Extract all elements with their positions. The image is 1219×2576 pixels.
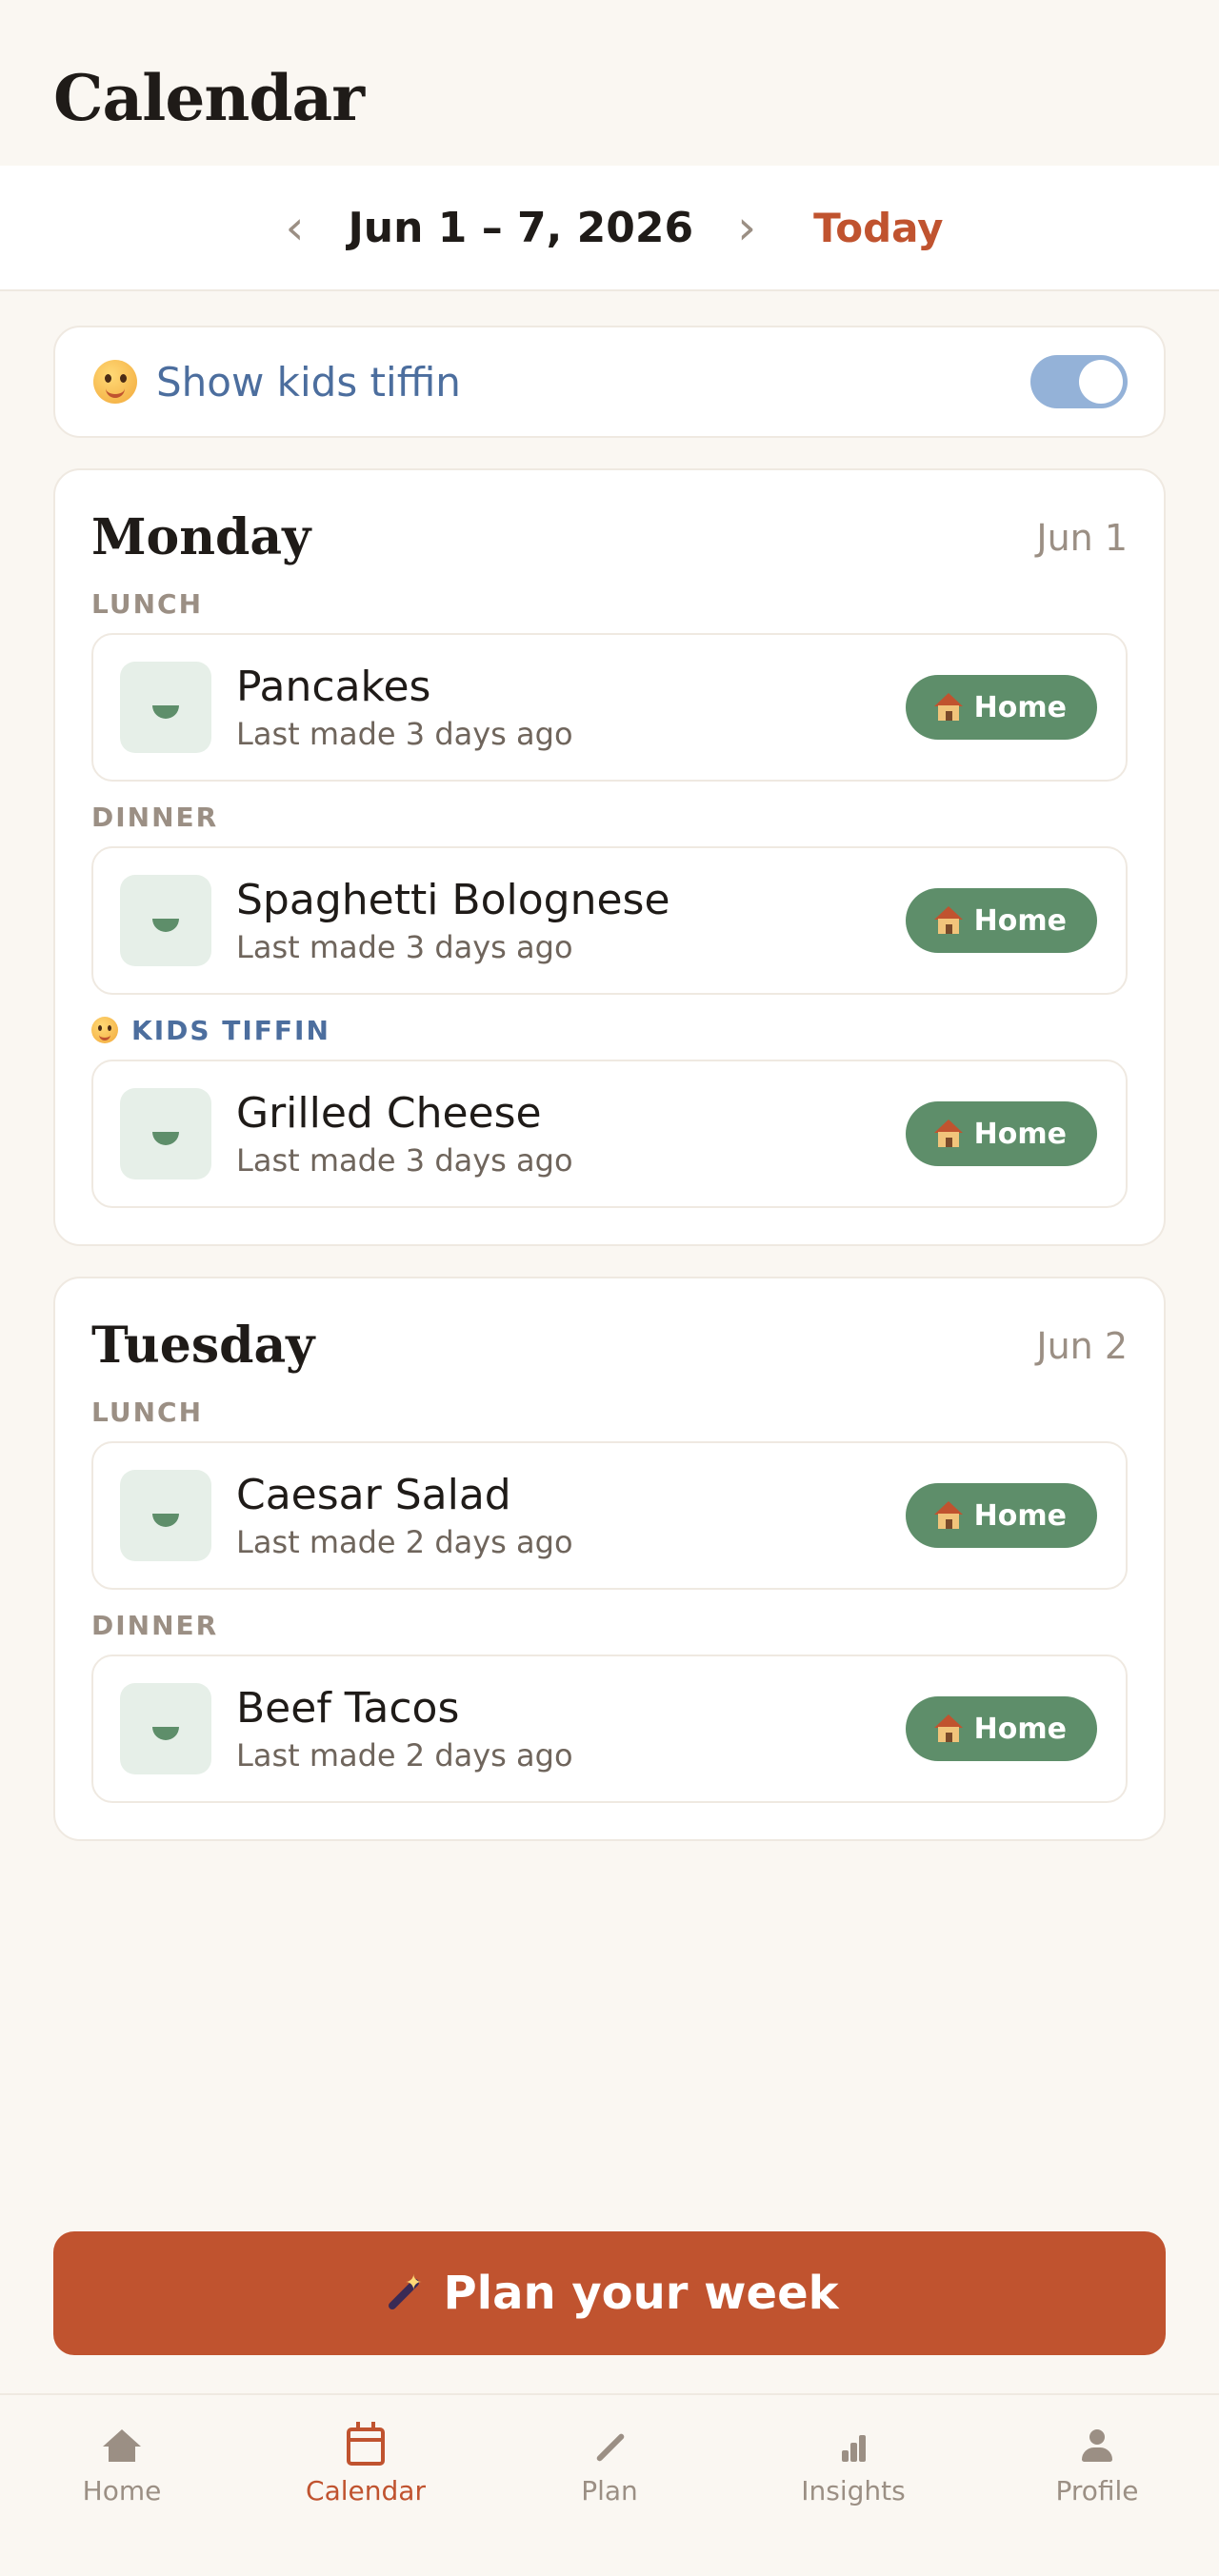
plan-your-week-label: Plan your week: [443, 2267, 839, 2320]
badge-label: Home: [973, 1712, 1067, 1746]
kid-face-icon: [93, 360, 137, 404]
house-icon: [933, 1714, 963, 1743]
week-navigator: ‹ Jun 1 – 7, 2026 › Today: [0, 166, 1219, 291]
meal-card[interactable]: Pancakes Last made 3 days ago Home: [91, 633, 1128, 782]
home-badge[interactable]: Home: [905, 1101, 1097, 1166]
day-date: Jun 1: [1036, 516, 1128, 559]
page-title: Calendar: [53, 61, 365, 135]
kids-tiffin-switch[interactable]: [1030, 355, 1128, 408]
slot-label-text: KIDS TIFFIN: [131, 1014, 330, 1046]
bowl-icon: [120, 1683, 211, 1774]
meal-last-made: Last made 2 days ago: [236, 1737, 573, 1774]
badge-label: Home: [973, 690, 1067, 724]
meal-last-made: Last made 2 days ago: [236, 1524, 573, 1561]
house-icon: [933, 693, 963, 722]
slot-label-dinner: DINNER: [91, 801, 219, 833]
meal-last-made: Last made 3 days ago: [236, 716, 573, 753]
tab-plan[interactable]: Plan: [514, 2427, 705, 2576]
meal-name: Pancakes: [236, 662, 431, 711]
meal-card[interactable]: Caesar Salad Last made 2 days ago Home: [91, 1441, 1128, 1590]
meal-name: Caesar Salad: [236, 1470, 511, 1519]
tab-label: Plan: [581, 2475, 638, 2507]
calendar-icon: [347, 2422, 385, 2466]
meal-card[interactable]: Beef Tacos Last made 2 days ago Home: [91, 1655, 1128, 1803]
bottom-tab-bar: Home Calendar Plan Insights Profile: [0, 2393, 1219, 2576]
home-badge[interactable]: Home: [905, 1483, 1097, 1548]
meal-name: Beef Tacos: [236, 1683, 460, 1733]
badge-label: Home: [973, 1498, 1067, 1533]
title-bar: Calendar: [0, 0, 1219, 166]
kids-tiffin-toggle-label: Show kids tiffin: [156, 358, 461, 406]
chevron-left-icon[interactable]: ‹: [275, 204, 313, 251]
bowl-icon: [120, 875, 211, 966]
meal-card[interactable]: Grilled Cheese Last made 3 days ago Home: [91, 1060, 1128, 1208]
meal-name: Spaghetti Bolognese: [236, 875, 670, 924]
house-icon: [933, 906, 963, 935]
slot-label-lunch: LUNCH: [91, 1396, 203, 1428]
tab-insights[interactable]: Insights: [758, 2427, 949, 2576]
magic-wand-icon: ✦: [380, 2271, 424, 2315]
house-icon: [933, 1120, 963, 1148]
day-name: Monday: [91, 508, 311, 566]
tab-label: Insights: [801, 2475, 906, 2507]
wand-icon: [590, 2427, 629, 2466]
today-button[interactable]: Today: [813, 205, 943, 251]
home-badge[interactable]: Home: [905, 1696, 1097, 1761]
meal-name: Grilled Cheese: [236, 1088, 542, 1138]
tab-profile[interactable]: Profile: [1002, 2427, 1192, 2576]
plan-your-week-button[interactable]: ✦ Plan your week: [53, 2231, 1166, 2355]
kids-tiffin-toggle-row[interactable]: Show kids tiffin: [53, 326, 1166, 438]
day-name: Tuesday: [91, 1317, 315, 1375]
tab-label: Calendar: [306, 2475, 426, 2507]
badge-label: Home: [973, 1117, 1067, 1151]
bowl-icon: [120, 1088, 211, 1179]
bar-chart-icon: [834, 2427, 872, 2466]
meal-card[interactable]: Spaghetti Bolognese Last made 3 days ago…: [91, 846, 1128, 995]
home-badge[interactable]: Home: [905, 675, 1097, 740]
tab-label: Profile: [1055, 2475, 1139, 2507]
house-icon: [933, 1501, 963, 1530]
bowl-icon: [120, 662, 211, 753]
badge-label: Home: [973, 903, 1067, 938]
home-icon: [103, 2427, 141, 2466]
chevron-right-icon[interactable]: ›: [728, 204, 766, 251]
slot-label-kids-tiffin: KIDS TIFFIN: [91, 1014, 1128, 1046]
main-content: Show kids tiffin Monday Jun 1 LUNCH Panc…: [0, 291, 1219, 1841]
week-range-label: Jun 1 – 7, 2026: [348, 203, 694, 252]
meal-last-made: Last made 3 days ago: [236, 1142, 573, 1179]
meal-last-made: Last made 3 days ago: [236, 929, 573, 966]
day-card-monday: Monday Jun 1 LUNCH Pancakes Last made 3 …: [53, 468, 1166, 1246]
home-badge[interactable]: Home: [905, 888, 1097, 953]
slot-label-dinner: DINNER: [91, 1609, 219, 1641]
tab-label: Home: [82, 2475, 162, 2507]
person-icon: [1078, 2427, 1116, 2466]
bowl-icon: [120, 1470, 211, 1561]
slot-label-lunch: LUNCH: [91, 587, 203, 620]
tab-calendar[interactable]: Calendar: [270, 2422, 461, 2576]
kid-face-icon: [91, 1017, 118, 1043]
switch-knob: [1079, 360, 1123, 404]
day-card-tuesday: Tuesday Jun 2 LUNCH Caesar Salad Last ma…: [53, 1277, 1166, 1841]
day-date: Jun 2: [1036, 1324, 1128, 1367]
tab-home[interactable]: Home: [27, 2427, 217, 2576]
